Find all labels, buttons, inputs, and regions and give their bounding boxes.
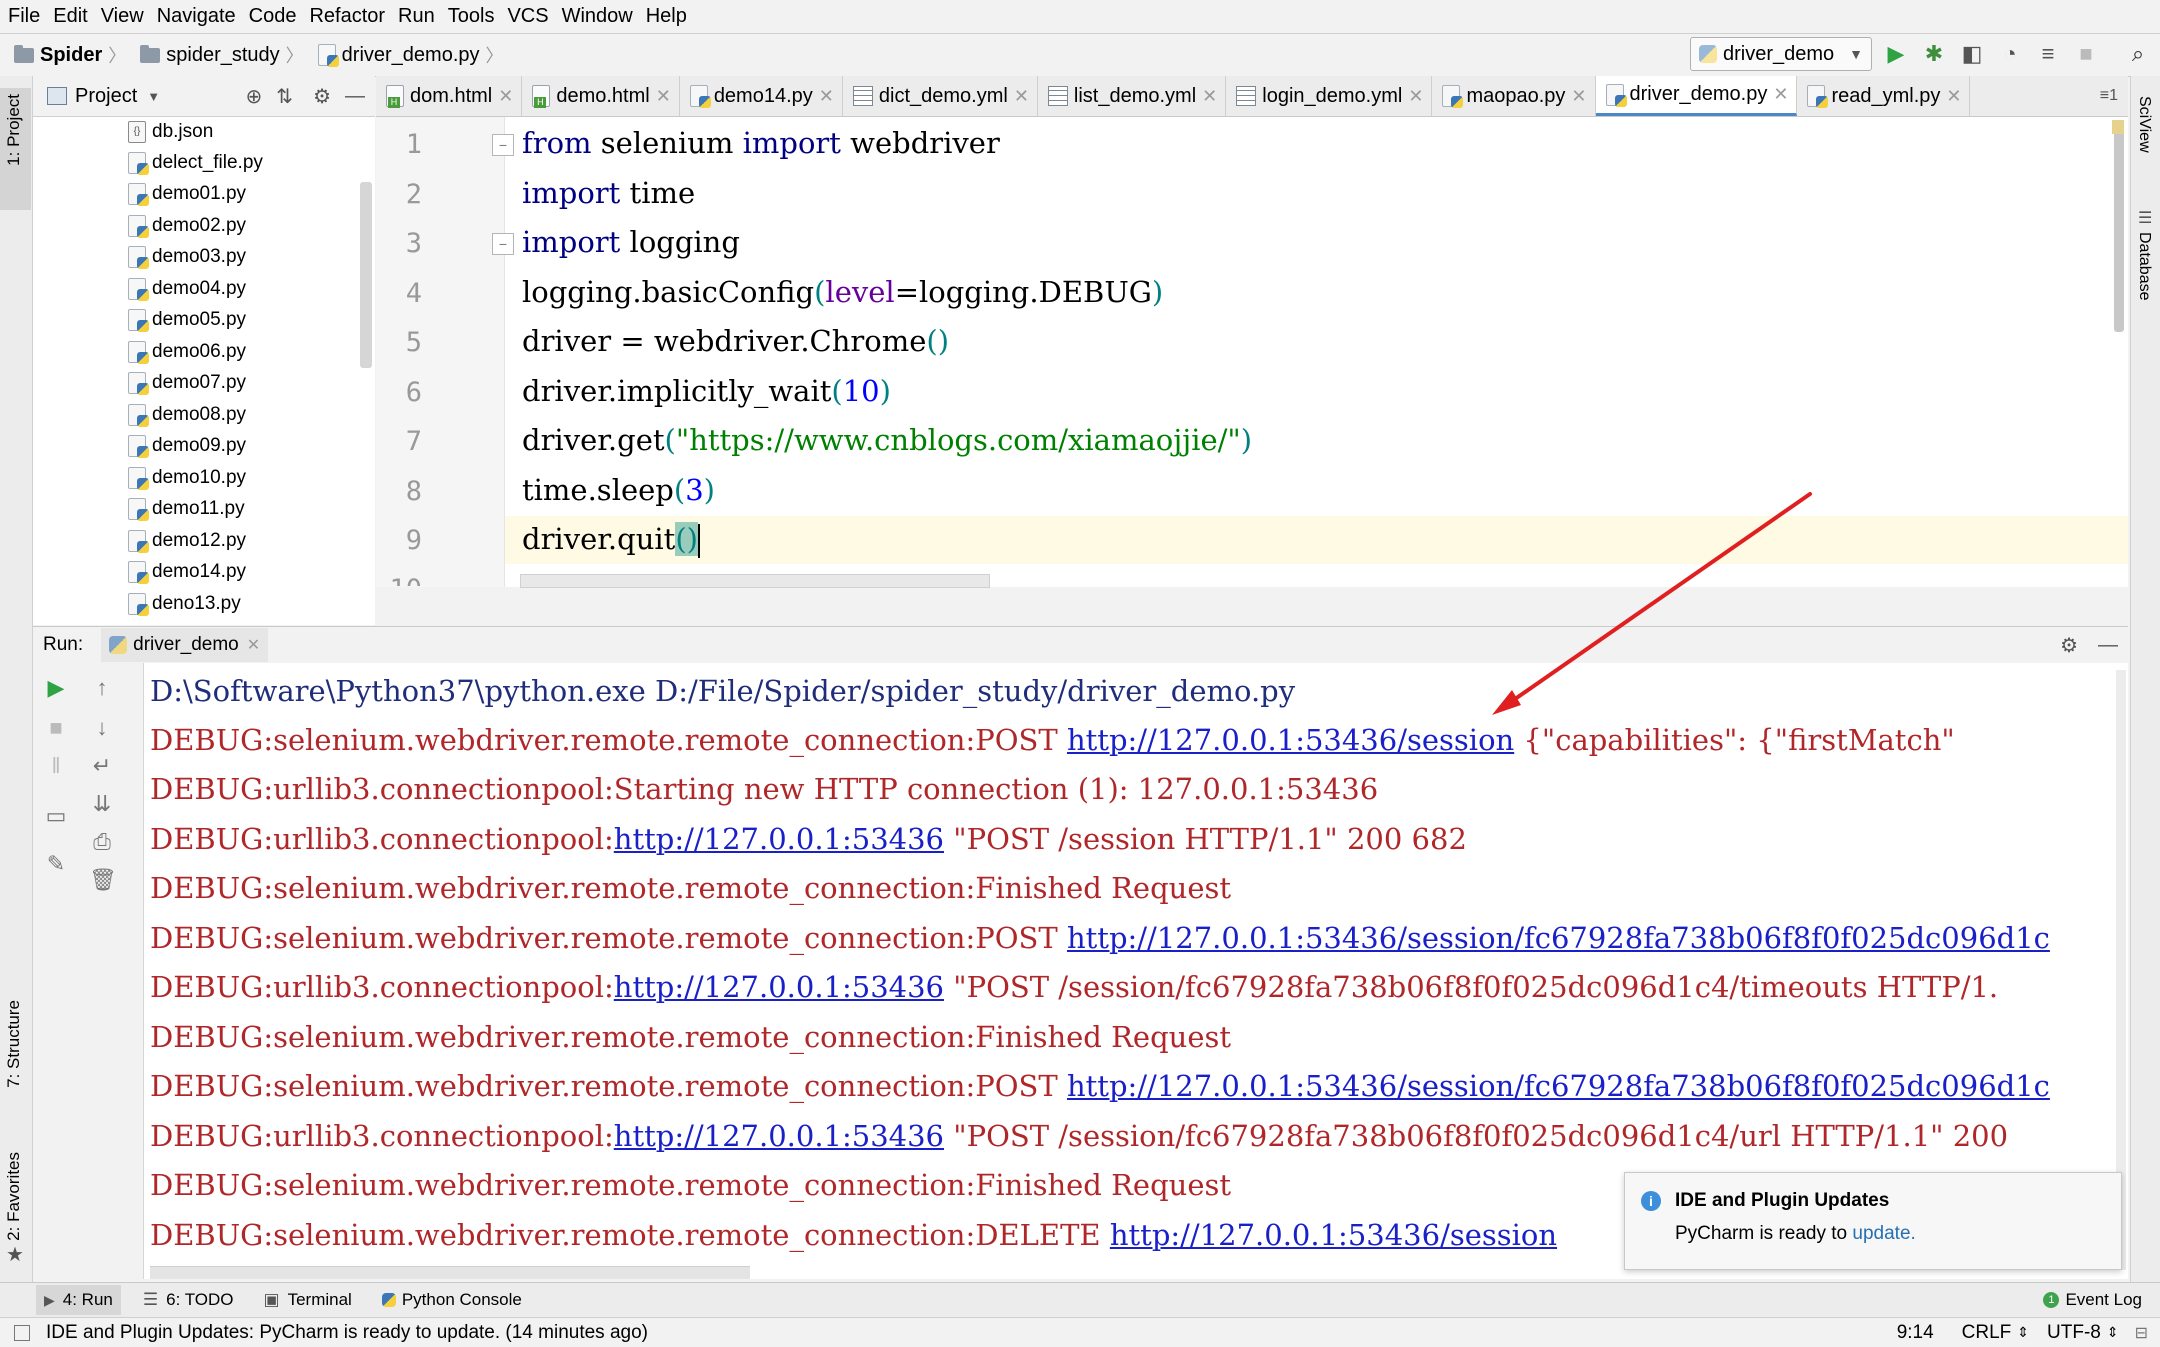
line-separator[interactable]: CRLF: [1962, 1322, 2012, 1344]
tool-tab-run[interactable]: ▶ 4: Run: [36, 1285, 121, 1315]
status-bar: IDE and Plugin Updates: PyCharm is ready…: [0, 1317, 2160, 1347]
notification-text: PyCharm is ready to: [1675, 1223, 1853, 1244]
file-encoding[interactable]: UTF-8: [2047, 1322, 2101, 1344]
chevron-updown-icon: ⇕: [2017, 1324, 2030, 1340]
tool-tab-python-console[interactable]: Python Console: [374, 1285, 530, 1315]
tab-label: 6: TODO: [166, 1290, 234, 1309]
python-icon: [381, 1293, 396, 1307]
tab-label: Python Console: [401, 1290, 522, 1309]
window-toggle-icon[interactable]: [14, 1324, 30, 1341]
status-message[interactable]: IDE and Plugin Updates: PyCharm is ready…: [46, 1322, 648, 1344]
update-notification[interactable]: i IDE and Plugin Updates PyCharm is read…: [1624, 1172, 2122, 1270]
tab-label: 4: Run: [62, 1290, 113, 1309]
tab-label: Terminal: [287, 1290, 352, 1309]
terminal-icon: ▣: [263, 1290, 280, 1309]
annotation-arrow: [1492, 492, 1812, 715]
tool-tab-event-log[interactable]: 1 Event Log: [2035, 1285, 2150, 1315]
tab-label: Event Log: [2065, 1290, 2142, 1309]
caret-position[interactable]: 9:14: [1897, 1322, 1934, 1344]
notification-body: PyCharm is ready to update.: [1675, 1223, 1916, 1245]
info-icon: i: [1641, 1191, 1661, 1211]
run-icon: ▶: [44, 1291, 55, 1308]
lock-icon[interactable]: ⊟: [2135, 1323, 2148, 1343]
tool-tab-terminal[interactable]: ▣ Terminal: [256, 1285, 360, 1315]
tool-tab-todo[interactable]: ☰ 6: TODO: [135, 1285, 242, 1315]
event-log-icon: 1: [2043, 1292, 2060, 1308]
notification-title: IDE and Plugin Updates: [1675, 1190, 1890, 1211]
tool-window-bar: ▶ 4: Run ☰ 6: TODO ▣ Terminal Python Consol…: [0, 1282, 2160, 1317]
chevron-updown-icon: ⇕: [2106, 1324, 2119, 1340]
update-link[interactable]: update.: [1852, 1223, 1915, 1244]
list-icon: ☰: [142, 1290, 159, 1309]
